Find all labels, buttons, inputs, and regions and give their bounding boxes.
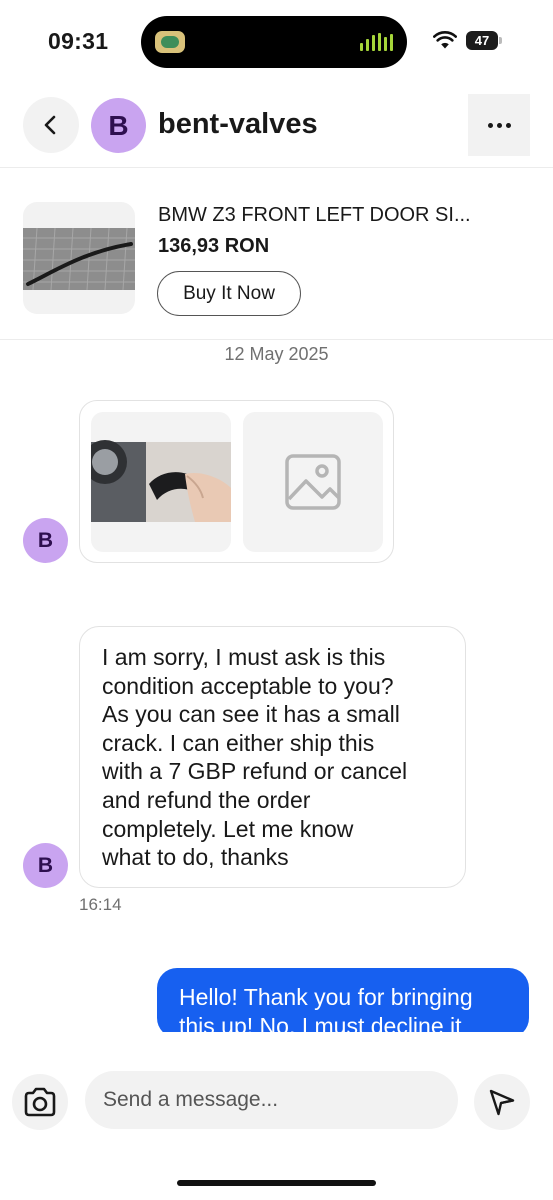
message-input[interactable] (85, 1071, 458, 1129)
home-indicator (177, 1180, 376, 1186)
item-thumbnail[interactable] (23, 202, 135, 314)
image-placeholder-icon (285, 454, 341, 510)
item-title[interactable]: BMW Z3 FRONT LEFT DOOR SI... (158, 204, 471, 227)
more-dots-icon (487, 122, 493, 128)
wifi-icon (433, 31, 457, 49)
message-bubble-outgoing[interactable]: Hello! Thank you for bringing this up! N… (157, 968, 529, 1038)
date-separator: 12 May 2025 (224, 344, 329, 364)
audio-level-icon (360, 33, 393, 51)
buy-it-now-button[interactable]: Buy It Now (157, 271, 301, 316)
message-timestamp: 16:14 (79, 895, 122, 914)
item-card[interactable]: BMW Z3 FRONT LEFT DOOR SI... 136,93 RON … (0, 168, 553, 340)
camera-button[interactable] (12, 1074, 68, 1130)
sender-avatar[interactable]: B (23, 843, 68, 888)
item-price: 136,93 RON (158, 235, 270, 257)
seller-name[interactable]: bent-valves (158, 108, 318, 141)
part-photo (91, 440, 231, 522)
attachment-bubble (79, 400, 394, 563)
message-text: I am sorry, I must ask is this condition… (102, 644, 408, 871)
message-text: Hello! Thank you for bringing this up! N… (179, 984, 473, 1038)
camera-icon (24, 1087, 56, 1117)
sender-avatar[interactable]: B (23, 518, 68, 563)
send-icon (489, 1089, 515, 1116)
dynamic-island[interactable] (141, 16, 407, 68)
status-time: 09:31 (48, 28, 109, 54)
message-bubble-incoming[interactable]: I am sorry, I must ask is this condition… (79, 626, 466, 888)
seller-avatar[interactable]: B (91, 98, 146, 153)
back-button[interactable] (23, 97, 79, 153)
app-activity-icon (155, 31, 185, 53)
status-bar: 09:31 47 (0, 0, 553, 84)
battery-level: 47 (466, 31, 498, 50)
attachment-placeholder[interactable] (243, 412, 383, 552)
send-button[interactable] (474, 1074, 530, 1130)
item-photo (23, 227, 135, 291)
conversation-header: B bent-valves (0, 84, 553, 168)
back-arrow-icon (44, 115, 56, 135)
more-options-button[interactable] (468, 94, 530, 156)
battery-icon: 47 (466, 31, 502, 50)
message-composer (0, 1032, 553, 1200)
attachment-photo[interactable] (91, 412, 231, 552)
